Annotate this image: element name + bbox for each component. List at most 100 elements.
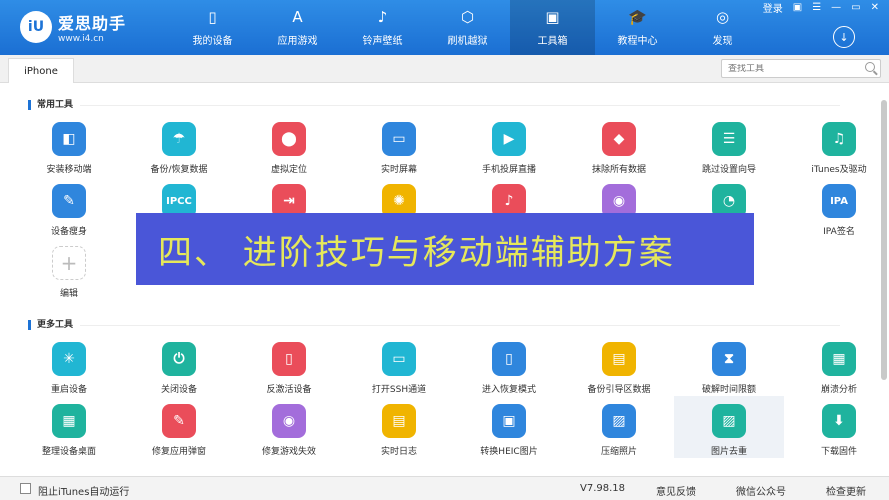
tool-item[interactable]: ◉ 修复游戏失效 bbox=[234, 396, 344, 458]
search-input[interactable] bbox=[722, 63, 852, 74]
tool-icon: ▨ bbox=[602, 404, 636, 438]
itunes-block-label[interactable]: 阻止iTunes自动运行 bbox=[38, 483, 129, 498]
tool-item[interactable]: ♫ iTunes及驱动 bbox=[784, 114, 880, 176]
nav-label: 工具箱 bbox=[537, 36, 568, 47]
tool-label: 修复应用弹窗 bbox=[151, 447, 206, 457]
nav-tutorials[interactable]: 🎓 教程中心 bbox=[595, 0, 680, 55]
download-icon[interactable]: ↓ bbox=[833, 26, 855, 48]
tool-item[interactable]: ▭ 打开SSH通道 bbox=[344, 334, 454, 396]
tool-item[interactable]: ▭ 实时屏幕 bbox=[344, 114, 454, 176]
tool-item[interactable]: ▦ 整理设备桌面 bbox=[14, 396, 124, 458]
tool-item[interactable]: ⏻ 关闭设备 bbox=[124, 334, 234, 396]
check-update-link[interactable]: 检查更新 bbox=[826, 483, 866, 498]
tool-item[interactable]: ◆ 抹除所有数据 bbox=[564, 114, 674, 176]
section-title-more: 更多工具 bbox=[28, 320, 73, 330]
tool-label: iTunes及驱动 bbox=[811, 165, 867, 175]
tool-label: 图片去重 bbox=[710, 447, 747, 457]
nav-ringtones-wallpapers[interactable]: ♪ 铃声壁纸 bbox=[340, 0, 425, 55]
logo-url: www.i4.cn bbox=[58, 34, 104, 44]
tool-label: 反激活设备 bbox=[266, 385, 312, 395]
tool-icon: ▤ bbox=[382, 404, 416, 438]
version-label: V7.98.18 bbox=[580, 483, 626, 494]
tool-item[interactable]: ⧗ 破解时间限额 bbox=[674, 334, 784, 396]
tool-label: 下载固件 bbox=[820, 447, 857, 457]
tool-label: 打开SSH通道 bbox=[371, 385, 427, 395]
graduation-cap-icon: 🎓 bbox=[628, 8, 647, 26]
tool-icon: ⏻ bbox=[162, 342, 196, 376]
tool-icon: ✳ bbox=[52, 342, 86, 376]
phone-icon: ▯ bbox=[208, 8, 217, 26]
maximize-icon[interactable]: ▭ bbox=[851, 2, 860, 13]
compass-icon: ◎ bbox=[715, 8, 730, 26]
wechat-link[interactable]: 微信公众号 bbox=[736, 483, 786, 498]
tool-icon: ◉ bbox=[272, 404, 306, 438]
tool-icon: ▨ bbox=[712, 404, 746, 438]
nav-label: 铃声壁纸 bbox=[362, 36, 403, 47]
tool-label: 关闭设备 bbox=[160, 385, 197, 395]
tool-icon: ◆ bbox=[602, 122, 636, 156]
tool-label: 破解时间限额 bbox=[701, 385, 756, 395]
tool-label: 虚拟定位 bbox=[270, 165, 307, 175]
nav-discover[interactable]: ◎ 发现 bbox=[680, 0, 765, 55]
main-nav: ▯ 我的设备 A 应用游戏 ♪ 铃声壁纸 ⬡ 刷机越狱 ▣ 工具箱 🎓 教程中心… bbox=[170, 0, 765, 55]
tool-icon: ▭ bbox=[382, 122, 416, 156]
nav-label: 发现 bbox=[712, 36, 733, 47]
tool-item[interactable]: ▦ 崩溃分析 bbox=[784, 334, 880, 396]
tool-item[interactable]: ▣ 转换HEIC图片 bbox=[454, 396, 564, 458]
tool-icon: ✎ bbox=[52, 184, 86, 218]
tab-iphone[interactable]: iPhone bbox=[8, 58, 74, 83]
tool-item[interactable]: ▤ 备份引导区数据 bbox=[564, 334, 674, 396]
toolbox-icon: ▣ bbox=[545, 8, 560, 26]
tool-item[interactable]: ☰ 跳过设置向导 bbox=[674, 114, 784, 176]
tool-item[interactable]: ▤ 实时日志 bbox=[344, 396, 454, 458]
nav-label: 应用游戏 bbox=[277, 36, 318, 47]
tool-item[interactable]: ⬇ 下载固件 bbox=[784, 396, 880, 458]
close-icon[interactable]: ✕ bbox=[871, 2, 879, 13]
tool-item[interactable]: ▯ 进入恢复模式 bbox=[454, 334, 564, 396]
tool-icon: ☂ bbox=[162, 122, 196, 156]
tool-label: 压缩照片 bbox=[600, 447, 637, 457]
tool-item[interactable]: ✎ 修复应用弹窗 bbox=[124, 396, 234, 458]
tool-item[interactable]: + 编辑 bbox=[14, 238, 124, 300]
top-header: iU 爱思助手 www.i4.cn ▯ 我的设备 A 应用游戏 ♪ 铃声壁纸 ⬡… bbox=[0, 0, 889, 55]
tool-label: 安装移动端 bbox=[46, 165, 92, 175]
tool-item[interactable]: ▶ 手机投屏直播 bbox=[454, 114, 564, 176]
tool-icon: ▭ bbox=[382, 342, 416, 376]
tool-label: 整理设备桌面 bbox=[41, 447, 96, 457]
itunes-block-checkbox[interactable] bbox=[20, 483, 31, 494]
nav-flash-jailbreak[interactable]: ⬡ 刷机越狱 bbox=[425, 0, 510, 55]
menu-icon[interactable]: ☰ bbox=[812, 2, 821, 13]
tool-icon: IPA bbox=[822, 184, 856, 218]
tool-icon: ☰ bbox=[712, 122, 746, 156]
tool-label: 备份引导区数据 bbox=[587, 385, 651, 395]
divider bbox=[80, 325, 840, 326]
tool-icon: ⬤ bbox=[272, 122, 306, 156]
more-tools-grid: ✳ 重启设备 ⏻ 关闭设备 ▯ 反激活设备 ▭ 打开SSH通道 ▯ 进入恢复模式 ▤ 备份引导区数据 ⧗… bbox=[14, 334, 880, 458]
nav-my-device[interactable]: ▯ 我的设备 bbox=[170, 0, 255, 55]
tool-item[interactable]: ✎ 设备瘦身 bbox=[14, 176, 124, 238]
tool-icon: ▣ bbox=[492, 404, 526, 438]
nav-label: 刷机越狱 bbox=[447, 36, 488, 47]
tool-icon: ♫ bbox=[822, 122, 856, 156]
tool-item[interactable]: IPA IPA签名 bbox=[784, 176, 880, 238]
login-link[interactable]: 登录 bbox=[763, 0, 783, 15]
tool-item[interactable]: ☂ 备份/恢复数据 bbox=[124, 114, 234, 176]
tool-label: 进入恢复模式 bbox=[481, 385, 536, 395]
status-bar: 阻止iTunes自动运行 V7.98.18 意见反馈 微信公众号 检查更新 bbox=[0, 476, 889, 500]
tool-item[interactable]: ✳ 重启设备 bbox=[14, 334, 124, 396]
tool-label: 设备瘦身 bbox=[50, 227, 87, 237]
nav-toolbox[interactable]: ▣ 工具箱 bbox=[510, 0, 595, 55]
search-icon[interactable] bbox=[865, 62, 875, 72]
scrollbar[interactable] bbox=[881, 100, 887, 380]
skin-icon[interactable]: ▣ bbox=[793, 2, 802, 13]
app-logo[interactable]: iU 爱思助手 www.i4.cn bbox=[20, 10, 126, 44]
tool-item[interactable]: ▨ 压缩照片 bbox=[564, 396, 674, 458]
tool-item[interactable]: ▯ 反激活设备 bbox=[234, 334, 344, 396]
tool-item[interactable]: ⬤ 虚拟定位 bbox=[234, 114, 344, 176]
tool-item[interactable]: ◧ 安装移动端 bbox=[14, 114, 124, 176]
feedback-link[interactable]: 意见反馈 bbox=[656, 483, 696, 498]
minimize-icon[interactable]: — bbox=[831, 2, 841, 13]
tool-item[interactable]: ▨ 图片去重 bbox=[674, 396, 784, 458]
tool-icon: ▯ bbox=[272, 342, 306, 376]
nav-apps-games[interactable]: A 应用游戏 bbox=[255, 0, 340, 55]
